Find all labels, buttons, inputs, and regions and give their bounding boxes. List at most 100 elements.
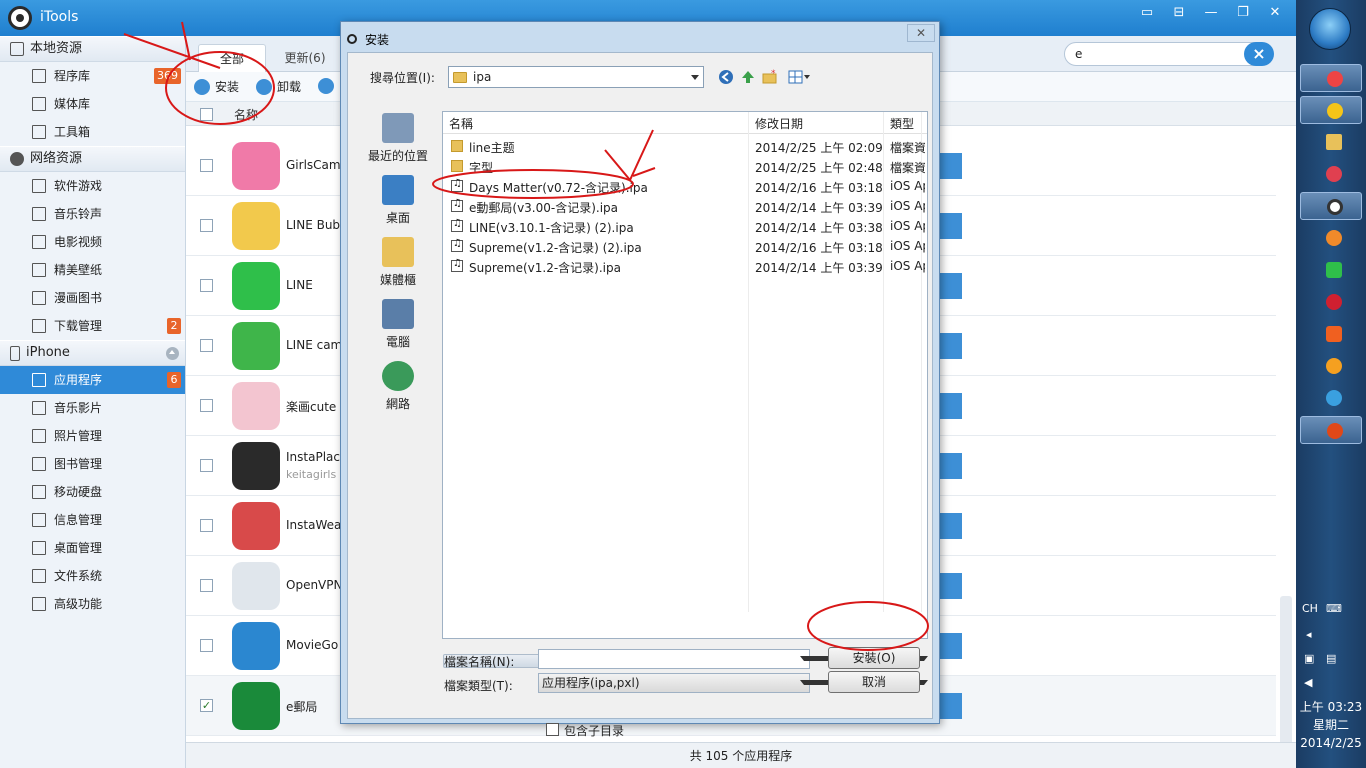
- file-row[interactable]: Supreme(v1.2-含记录).ipa 2014/2/14 上午 03:39 i…: [447, 256, 925, 276]
- taskbar-itools[interactable]: [1300, 192, 1362, 220]
- sidebar-item-music-video[interactable]: 音乐影片: [0, 394, 185, 422]
- sidebar-item-books[interactable]: 图书管理: [0, 450, 185, 478]
- taskbar-app[interactable]: [1300, 384, 1362, 412]
- sidebar-item-filesystem[interactable]: 文件系统: [0, 562, 185, 590]
- file-row[interactable]: e動郵局(v3.00-含记录).ipa 2014/2/14 上午 03:39 iOS…: [447, 196, 925, 216]
- install-button[interactable]: 安装: [194, 78, 239, 95]
- sidebar-item-software-games[interactable]: 软件游戏: [0, 172, 185, 200]
- wrench-icon: [32, 125, 46, 139]
- file-row[interactable]: Supreme(v1.2-含记录) (2).ipa 2014/2/16 上午 03…: [447, 236, 925, 256]
- place-computer[interactable]: 電腦: [358, 299, 438, 361]
- sidebar-section-network[interactable]: 网络资源: [0, 146, 185, 172]
- new-folder-icon[interactable]: *: [762, 69, 778, 85]
- view-menu-icon[interactable]: [788, 69, 812, 85]
- place-network[interactable]: 網路: [358, 361, 438, 423]
- book-icon: [32, 291, 46, 305]
- row-checkbox[interactable]: [200, 159, 213, 172]
- taskbar-app[interactable]: [1300, 352, 1362, 380]
- sidebar-item-toolbox[interactable]: 工具箱: [0, 118, 185, 146]
- tab-all[interactable]: 全部: [198, 44, 266, 72]
- cancel-button[interactable]: 取消: [828, 671, 920, 693]
- flag-icon[interactable]: ▤: [1326, 652, 1336, 665]
- taskbar-app[interactable]: [1300, 160, 1362, 188]
- keyboard-icon[interactable]: ⌨: [1326, 602, 1342, 615]
- search-input[interactable]: e: [1064, 42, 1270, 66]
- look-in-select[interactable]: ipa: [448, 66, 704, 88]
- file-row[interactable]: 字型 2014/2/25 上午 02:48 檔案資料夾: [447, 156, 925, 176]
- taskbar-app[interactable]: [1300, 224, 1362, 252]
- sidebar-item-app-library[interactable]: 程序库 369: [0, 62, 185, 90]
- place-recent[interactable]: 最近的位置: [358, 113, 438, 175]
- line-icon: [1326, 262, 1342, 278]
- sidebar-item-storage[interactable]: 移动硬盘: [0, 478, 185, 506]
- row-checkbox[interactable]: [200, 519, 213, 532]
- row-checkbox[interactable]: [200, 339, 213, 352]
- column-type[interactable]: 類型: [890, 115, 914, 132]
- filename-input[interactable]: [538, 649, 810, 669]
- file-date: 2014/2/14 上午 03:38: [755, 221, 883, 235]
- folder-icon: [451, 160, 463, 172]
- sidebar-item-desktop[interactable]: 桌面管理: [0, 534, 185, 562]
- sidebar-section-device[interactable]: iPhone: [0, 340, 185, 366]
- maximize-button[interactable]: ❐: [1228, 4, 1258, 22]
- backup-button[interactable]: [318, 78, 334, 94]
- taskbar-chrome[interactable]: [1300, 64, 1362, 92]
- back-icon[interactable]: [718, 69, 734, 85]
- volume-icon[interactable]: ◀: [1304, 676, 1312, 689]
- close-button[interactable]: ✕: [1260, 4, 1290, 22]
- clear-search-icon[interactable]: ×: [1244, 42, 1274, 66]
- uninstall-button[interactable]: 卸载: [256, 78, 301, 95]
- sidebar-item-photos[interactable]: 照片管理: [0, 422, 185, 450]
- install-open-button[interactable]: 安裝(O): [828, 647, 920, 669]
- start-button[interactable]: [1309, 8, 1351, 50]
- row-checkbox[interactable]: [200, 639, 213, 652]
- sidebar-item-ringtones[interactable]: 音乐铃声: [0, 200, 185, 228]
- place-desktop[interactable]: 桌面: [358, 175, 438, 237]
- place-libraries[interactable]: 媒體櫃: [358, 237, 438, 299]
- sidebar-item-comics[interactable]: 漫画图书: [0, 284, 185, 312]
- taskbar-app[interactable]: [1300, 288, 1362, 316]
- tray-expand-icon[interactable]: ◂: [1306, 628, 1312, 641]
- dialog-close-button[interactable]: ✕: [907, 24, 935, 42]
- vertical-scrollbar[interactable]: [1280, 596, 1292, 746]
- filetype-select[interactable]: 应用程序(ipa,pxl): [538, 673, 810, 693]
- file-row[interactable]: line主题 2014/2/25 上午 02:09 檔案資料夾: [447, 136, 925, 156]
- clock[interactable]: 上午 03:23 星期二 2014/2/25: [1296, 698, 1366, 752]
- file-row[interactable]: Days Matter(v0.72-含记录).ipa 2014/2/16 上午 0…: [447, 176, 925, 196]
- column-date[interactable]: 修改日期: [755, 115, 803, 132]
- sidebar-item-apps[interactable]: 应用程序 6: [0, 366, 185, 394]
- column-name[interactable]: 名称: [234, 106, 258, 123]
- file-name: Supreme(v1.2-含记录).ipa: [469, 261, 621, 275]
- up-folder-icon[interactable]: [740, 69, 756, 85]
- sidebar-item-movies[interactable]: 电影视频: [0, 228, 185, 256]
- file-row[interactable]: LINE(v3.10.1-含记录) (2).ipa 2014/2/14 上午 03…: [447, 216, 925, 236]
- include-subdirs-checkbox[interactable]: [546, 723, 559, 736]
- minimize-button[interactable]: —: [1196, 4, 1226, 22]
- column-name[interactable]: 名稱: [449, 115, 473, 132]
- row-checkbox[interactable]: [200, 459, 213, 472]
- taskbar-app[interactable]: [1300, 96, 1362, 124]
- menu-icon[interactable]: ⊟: [1164, 4, 1194, 22]
- taskbar-explorer[interactable]: [1300, 128, 1362, 156]
- row-checkbox[interactable]: [200, 279, 213, 292]
- sidebar-section-local[interactable]: 本地资源: [0, 36, 185, 62]
- select-all-checkbox[interactable]: [200, 108, 213, 121]
- row-checkbox[interactable]: [200, 219, 213, 232]
- sidebar-item-downloads[interactable]: 下载管理 2: [0, 312, 185, 340]
- network-icon[interactable]: ▣: [1304, 652, 1314, 665]
- feedback-icon[interactable]: ▭: [1132, 4, 1162, 22]
- sidebar-item-advanced[interactable]: 高级功能: [0, 590, 185, 618]
- row-checkbox[interactable]: ✓: [200, 699, 213, 712]
- taskbar-app[interactable]: [1300, 320, 1362, 348]
- sidebar-item-wallpapers[interactable]: 精美壁纸: [0, 256, 185, 284]
- taskbar-line[interactable]: [1300, 256, 1362, 284]
- sidebar-item-messages[interactable]: 信息管理: [0, 506, 185, 534]
- tab-updates[interactable]: 更新(6): [274, 44, 336, 72]
- taskbar-app[interactable]: [1300, 416, 1362, 444]
- row-checkbox[interactable]: [200, 399, 213, 412]
- grid-icon: [32, 69, 46, 83]
- eject-icon[interactable]: [166, 347, 179, 360]
- language-indicator[interactable]: CH: [1302, 602, 1318, 615]
- sidebar-item-media-library[interactable]: 媒体库: [0, 90, 185, 118]
- row-checkbox[interactable]: [200, 579, 213, 592]
